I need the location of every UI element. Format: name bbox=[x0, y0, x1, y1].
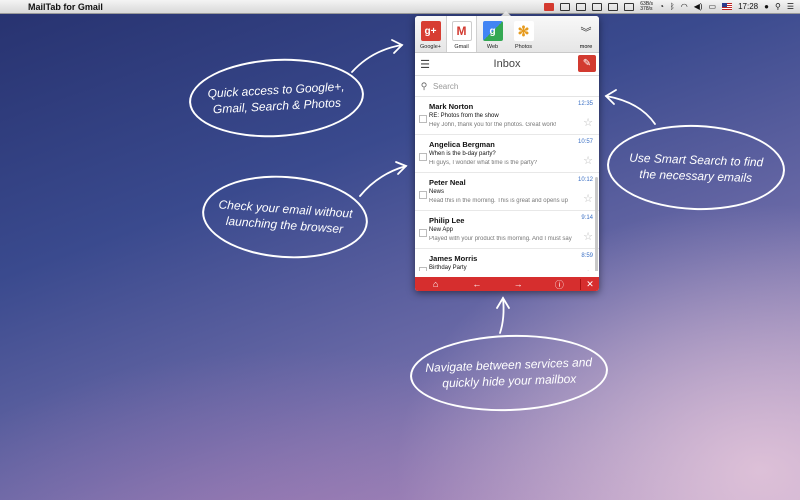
arrow-smart-search bbox=[605, 95, 656, 125]
arrow-quick-access bbox=[351, 44, 403, 73]
callout-text: Navigate between services and quickly hi… bbox=[425, 355, 593, 391]
callout-text: Quick access to Google+, Gmail, Search &… bbox=[207, 79, 345, 117]
callout-text: Check your email without launching the b… bbox=[218, 197, 353, 237]
arrow-check-email bbox=[359, 165, 407, 197]
callout-text: Use Smart Search to find the necessary e… bbox=[629, 150, 764, 185]
callout-arrows bbox=[351, 39, 656, 334]
